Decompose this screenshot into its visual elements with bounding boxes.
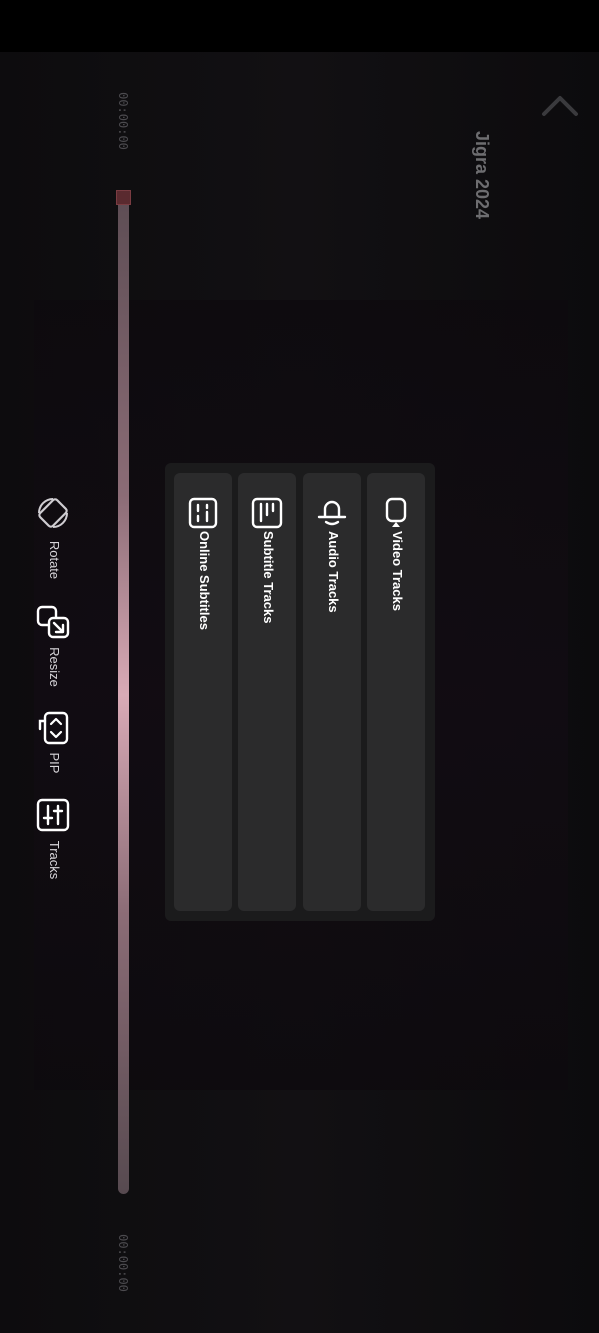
- status-bar: [0, 0, 599, 52]
- resize-label: Resize: [47, 647, 62, 687]
- resize-button[interactable]: Resize: [30, 605, 78, 695]
- tracks-panel: Online Subtitles Subtitle Tracks Audio T…: [165, 463, 435, 921]
- online-subtitles-icon: [188, 497, 218, 529]
- end-time: 00:00:00: [116, 1234, 130, 1292]
- video-track-icon: [385, 497, 407, 527]
- rotate-button[interactable]: Rotate: [30, 496, 78, 586]
- subtitle-track-icon: [251, 497, 283, 529]
- audio-tracks-label: Audio Tracks: [326, 531, 341, 613]
- pip-label: PIP: [47, 752, 62, 774]
- tracks-button[interactable]: Tracks: [30, 798, 78, 884]
- chevron-up-icon: [542, 96, 578, 116]
- online-subtitles-option[interactable]: Online Subtitles: [174, 473, 232, 911]
- current-time: 00:00:00: [116, 92, 130, 150]
- audio-tracks-option[interactable]: Audio Tracks: [303, 473, 361, 911]
- audio-track-icon: [317, 500, 347, 526]
- pip-button[interactable]: PIP: [30, 711, 78, 781]
- subtitle-tracks-option[interactable]: Subtitle Tracks: [238, 473, 296, 911]
- video-tracks-option[interactable]: Video Tracks: [367, 473, 425, 911]
- video-tracks-label: Video Tracks: [390, 531, 405, 611]
- tracks-label: Tracks: [47, 840, 62, 880]
- video-title: Jigra 2024: [472, 130, 492, 220]
- seek-thumb[interactable]: [116, 190, 131, 205]
- subtitle-tracks-label: Subtitle Tracks: [261, 531, 276, 624]
- back-button[interactable]: [540, 86, 580, 126]
- rotate-label: Rotate: [47, 540, 62, 580]
- online-subtitles-label: Online Subtitles: [197, 531, 212, 630]
- seek-bar[interactable]: [118, 196, 129, 1194]
